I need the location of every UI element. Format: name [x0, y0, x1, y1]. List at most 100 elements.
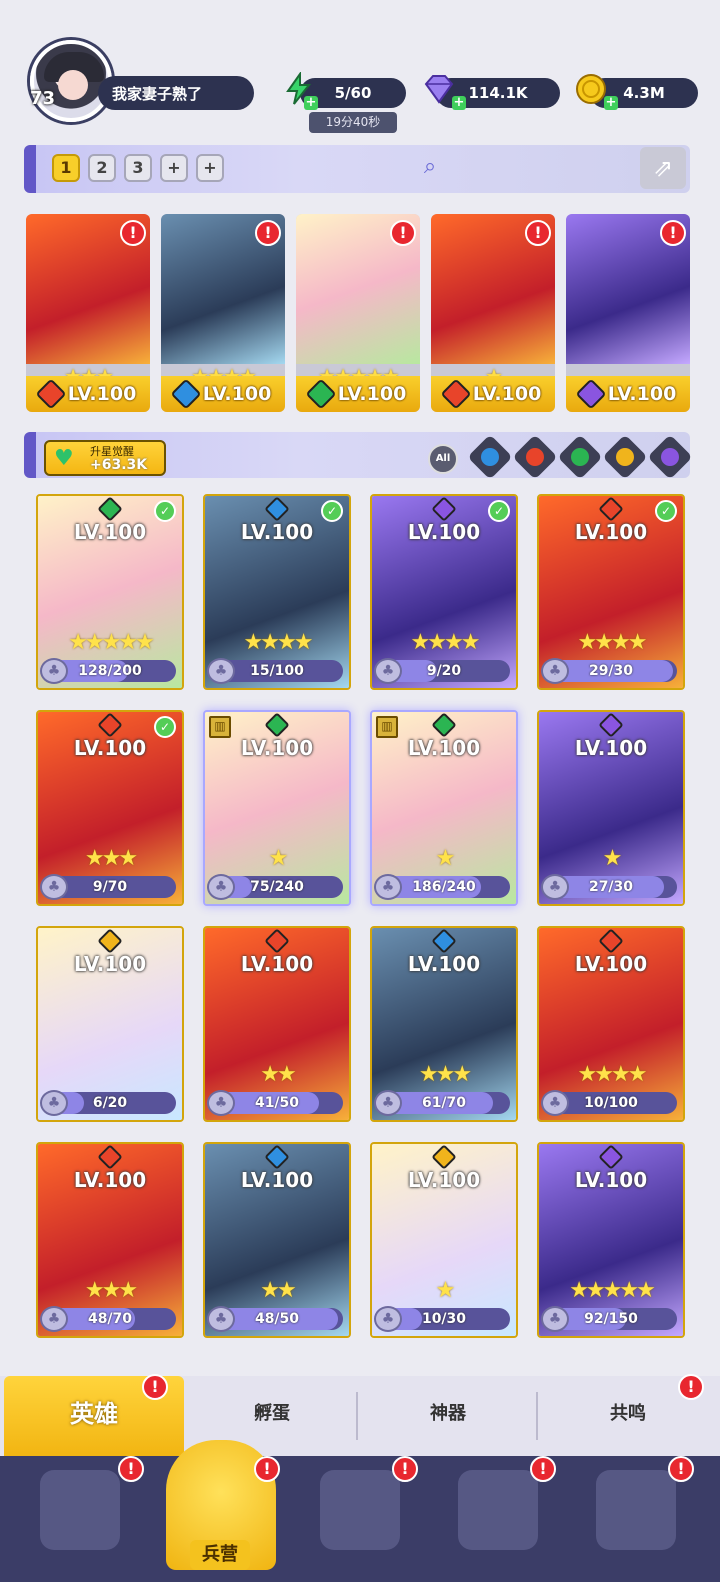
team-slot[interactable]: ★ LV.100 ! [431, 214, 555, 412]
check-icon: ✓ [154, 500, 176, 522]
hero-stars: ★★★★ [577, 630, 648, 655]
player-name[interactable]: 我家妻子熟了 [98, 76, 254, 110]
hero-level: LV.100 [574, 736, 648, 760]
heart-icon: ♥ [54, 446, 74, 471]
hero-card[interactable]: ✓ LV.100 ★★★★ 29/30 ♣ [537, 494, 685, 690]
hero-card[interactable]: ▥ LV.100 ★ 186/240 ♣ [370, 710, 518, 906]
team-slot[interactable]: ★★★ LV.100 ! [26, 214, 150, 412]
water-element-icon [170, 378, 202, 410]
hero-card[interactable]: LV.100 ★★★★ 10/100 ♣ [537, 926, 685, 1122]
fragment-icon: ♣ [374, 658, 402, 684]
nav-map-icon[interactable] [320, 1470, 400, 1550]
hero-level-bar: LV.100 [431, 376, 555, 412]
player-avatar[interactable] [30, 40, 112, 122]
hero-level-bar: LV.100 [296, 376, 420, 412]
coins-plus-icon[interactable]: + [604, 96, 618, 110]
hero-stars: ★★★ [418, 1062, 472, 1087]
team-tab-2[interactable]: 2 [88, 154, 116, 182]
hero-level-bar: LV.100 [566, 376, 690, 412]
hero-stars: ★★★★ [577, 1062, 648, 1087]
player-level: 73 [30, 88, 56, 109]
hero-card[interactable]: LV.100 ★ 10/30 ♣ [370, 1142, 518, 1338]
team-badge-icon: ▥ [376, 716, 398, 738]
fragment-icon: ♣ [541, 1306, 569, 1332]
team-tab-3[interactable]: 3 [124, 154, 152, 182]
awaken-button[interactable]: ♥ 升星觉醒 +63.3K [44, 440, 166, 476]
hero-level: LV.100 [73, 736, 147, 760]
team-slot[interactable]: LV.100 ! [566, 214, 690, 412]
fragment-icon: ♣ [207, 1306, 235, 1332]
share-icon[interactable]: ⇗ [640, 147, 686, 189]
alert-badge: ! [525, 220, 551, 246]
check-icon: ✓ [655, 500, 677, 522]
team-badge-icon: ▥ [209, 716, 231, 738]
fire-element-icon [440, 378, 472, 410]
hero-stars: ★★★ [84, 1278, 138, 1303]
team-tab-add-1[interactable]: + [160, 154, 188, 182]
hero-level-bar: LV.100 [26, 376, 150, 412]
hero-card[interactable]: LV.100 ★★ 48/50 ♣ [203, 1142, 351, 1338]
hero-card[interactable]: LV.100 ★ 27/30 ♣ [537, 710, 685, 906]
team-tab-1[interactable]: 1 [52, 154, 80, 182]
energy-plus-icon[interactable]: + [304, 96, 318, 110]
gems-plus-icon[interactable]: + [452, 96, 466, 110]
hero-card[interactable]: ✓ LV.100 ★★★★ 9/20 ♣ [370, 494, 518, 690]
search-icon[interactable]: ⌕ [416, 154, 444, 182]
hero-level: LV.100 [73, 520, 147, 544]
hero-level: LV.100 [240, 520, 314, 544]
fragment-icon: ♣ [207, 658, 235, 684]
hero-level: LV.100 [607, 383, 677, 405]
alert-badge: ! [668, 1456, 694, 1482]
alert-badge: ! [660, 220, 686, 246]
team-slot[interactable]: ★★★★ LV.100 ! [161, 214, 285, 412]
alert-badge: ! [118, 1456, 144, 1482]
hero-card[interactable]: ✓ LV.100 ★★★★ 15/100 ♣ [203, 494, 351, 690]
team-slot[interactable]: ★★★★★ LV.100 ! [296, 214, 420, 412]
hero-card[interactable]: LV.100 ★★★★★ 92/150 ♣ [537, 1142, 685, 1338]
hero-level: LV.100 [73, 1168, 147, 1192]
alert-badge: ! [142, 1374, 168, 1400]
fragment-icon: ♣ [207, 1090, 235, 1116]
hero-level: LV.100 [574, 520, 648, 544]
nature-element-icon [305, 378, 337, 410]
fragment-icon: ♣ [541, 658, 569, 684]
hero-stars: ★★ [260, 1062, 296, 1087]
hero-card[interactable]: ✓ LV.100 ★★★ 9/70 ♣ [36, 710, 184, 906]
hero-stars: ★ [435, 846, 456, 871]
fragment-icon: ♣ [541, 874, 569, 900]
alert-badge: ! [678, 1374, 704, 1400]
filter-all-button[interactable]: All [428, 444, 458, 474]
alert-badge: ! [390, 220, 416, 246]
hero-stars: ★ [602, 846, 623, 871]
hero-level: LV.100 [240, 1168, 314, 1192]
hero-card[interactable]: LV.100 6/20 ♣ [36, 926, 184, 1122]
team-tab-add-2[interactable]: + [196, 154, 224, 182]
nav-guild-icon[interactable] [596, 1470, 676, 1550]
hero-card[interactable]: ✓ LV.100 ★★★★★ 128/200 ♣ [36, 494, 184, 690]
check-icon: ✓ [154, 716, 176, 738]
hero-card[interactable]: LV.100 ★★★ 48/70 ♣ [36, 1142, 184, 1338]
fragment-icon: ♣ [40, 1306, 68, 1332]
hero-level: LV.100 [407, 952, 481, 976]
alert-badge: ! [392, 1456, 418, 1482]
nav-cards-icon[interactable] [40, 1470, 120, 1550]
hero-stars: ★★ [260, 1278, 296, 1303]
hero-card[interactable]: LV.100 ★★ 41/50 ♣ [203, 926, 351, 1122]
hero-card[interactable]: ▥ LV.100 ★ 75/240 ♣ [203, 710, 351, 906]
fragment-icon: ♣ [374, 1090, 402, 1116]
coin-icon [576, 74, 606, 104]
fragment-icon: ♣ [207, 874, 235, 900]
nav-temple-icon[interactable] [458, 1470, 538, 1550]
hero-stars: ★ [268, 846, 289, 871]
nav-barracks-label: 兵营 [190, 1540, 250, 1570]
alert-badge: ! [120, 220, 146, 246]
hero-stars: ★★★ [84, 846, 138, 871]
hero-level-bar: LV.100 [161, 376, 285, 412]
hero-stars: ★★★★ [410, 630, 481, 655]
tab-artifacts[interactable]: 神器 [358, 1376, 538, 1456]
hero-card[interactable]: LV.100 ★★★ 61/70 ♣ [370, 926, 518, 1122]
hero-level: LV.100 [67, 383, 137, 405]
hero-level: LV.100 [240, 952, 314, 976]
fragment-icon: ♣ [374, 874, 402, 900]
dark-element-icon [575, 378, 607, 410]
